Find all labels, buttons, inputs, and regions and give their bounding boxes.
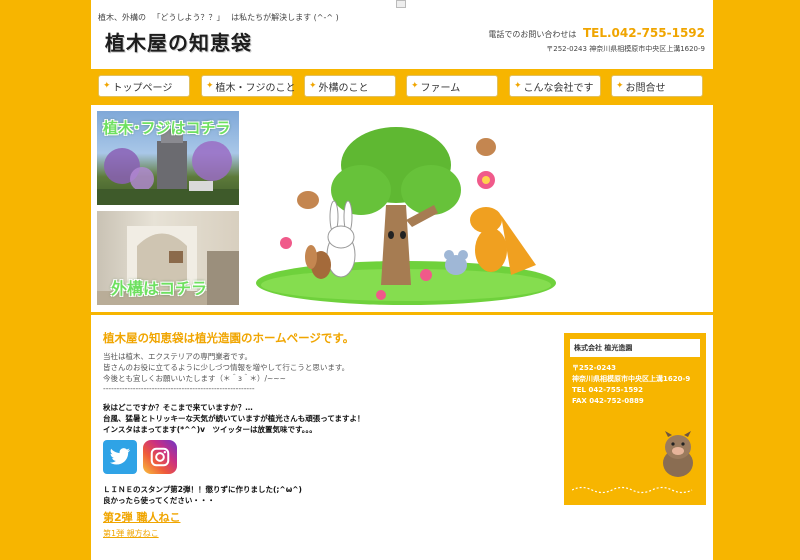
nav-label: 植木・フジのこと xyxy=(215,82,296,94)
arrow-icon: ✦ xyxy=(309,81,317,91)
news-line: インスタはまってます(*^^)v ツイッターは放置気味です。。。 xyxy=(103,425,317,434)
company-tel: TEL 042-755-1592 xyxy=(572,386,643,394)
nav-label: こんな会社です xyxy=(523,82,594,94)
nav-top-page[interactable]: ✦ トップページ xyxy=(98,75,190,97)
tagline: 植木、外構の 「どうしよう？？」 は私たちが解決します (^-^ ) xyxy=(98,12,339,23)
arrow-icon: ✦ xyxy=(411,81,419,91)
nav-farm[interactable]: ✦ ファーム xyxy=(406,75,498,97)
nav-label: 外構のこと xyxy=(318,82,369,94)
main-content: 植木屋の知恵袋は植光造園のホームページです。 当社は植木、エクステリアの専門業者… xyxy=(103,330,543,539)
separator: ----------------------------------------… xyxy=(103,384,255,393)
site-logo[interactable]: 植木屋の知恵袋 xyxy=(105,27,252,56)
social-links xyxy=(103,440,543,474)
boar-mascot xyxy=(663,431,693,477)
broken-image-icon xyxy=(396,0,406,8)
line-stamp-text: 良かったら使ってください・・・ xyxy=(103,496,215,505)
company-address: 神奈川県相模原市中央区上溝1620-9 xyxy=(572,375,691,383)
line-stamp-2-link[interactable]: 第2弾 職人ねこ xyxy=(103,509,180,525)
header-address: 〒252-0243 神奈川県相模原市中央区上溝1620-9 xyxy=(546,45,705,53)
intro-line: 当社は植木、エクステリアの専門業者です。 xyxy=(103,352,253,361)
contact-label: 電話でのお問い合わせは xyxy=(488,30,577,39)
wisteria-banner-label: 植木･フジはコチラ xyxy=(103,119,231,137)
company-info-box: 株式会社 植光造園 〒252-0243 神奈川県相模原市中央区上溝1620-9 … xyxy=(564,333,706,505)
tagline-suffix: は私たちが解決します (^-^ ) xyxy=(231,13,339,22)
news-line: 秋はどこですか？そこまで来ていますか？… xyxy=(103,403,253,412)
nav-contact[interactable]: ✦ お問合せ xyxy=(611,75,703,97)
decorative-divider xyxy=(572,486,693,494)
company-details: 〒252-0243 神奈川県相模原市中央区上溝1620-9 TEL 042-75… xyxy=(570,363,700,407)
nav-label: ファーム xyxy=(420,82,461,94)
news-line: 台風、猛暑とトリッキーな天気が続いていますが植光さんも頑張ってますよ！ xyxy=(103,414,365,423)
main-title: 植木屋の知恵袋は植光造園のホームページです。 xyxy=(103,331,355,345)
twitter-icon[interactable] xyxy=(103,440,137,474)
exterior-banner-label: 外構はコチラ xyxy=(111,279,208,298)
company-name: 株式会社 植光造園 xyxy=(570,339,700,357)
nav-label: トップページ xyxy=(112,82,173,94)
forest-animals-illustration xyxy=(256,127,556,305)
nav-exterior[interactable]: ✦ 外構のこと xyxy=(304,75,396,97)
company-postal: 〒252-0243 xyxy=(572,364,616,372)
intro-line: 今後とも宜しくお願いいたします（＊＾з＾＊）/~~~ xyxy=(103,374,286,383)
line-stamp-1-link[interactable]: 第1弾 親方ねこ xyxy=(103,528,543,539)
tagline-prefix: 植木、外構の xyxy=(98,13,146,22)
nav-about-company[interactable]: ✦ こんな会社です xyxy=(509,75,601,97)
nav-trees-wisteria[interactable]: ✦ 植木・フジのこと xyxy=(201,75,296,97)
wisteria-banner[interactable]: 植木･フジはコチラ xyxy=(97,111,239,205)
tel-row: 電話でのお問い合わせは TEL.042-755-1592 xyxy=(488,26,705,40)
phone-number[interactable]: TEL.042-755-1592 xyxy=(583,26,705,40)
arrow-icon: ✦ xyxy=(514,81,522,91)
hero-section: 植木･フジはコチラ 外構はコチラ xyxy=(91,105,713,315)
page-container: 植木、外構の 「どうしよう？？」 は私たちが解決します (^-^ ) 植木屋の知… xyxy=(91,0,713,560)
instagram-icon[interactable] xyxy=(143,440,177,474)
arrow-icon: ✦ xyxy=(103,81,111,91)
company-fax: FAX 042-752-0889 xyxy=(572,397,644,405)
intro-line: 皆さんのお役に立てるように少しづつ情報を増やして行こうと思います。 xyxy=(103,363,350,372)
exterior-banner[interactable]: 外構はコチラ xyxy=(97,211,239,305)
nav-label: お問合せ xyxy=(625,82,666,94)
main-nav: ✦ トップページ ✦ 植木・フジのこと ✦ 外構のこと ✦ ファーム ✦ こんな会社です … xyxy=(91,69,713,105)
arrow-icon: ✦ xyxy=(616,81,624,91)
contact-block: 電話でのお問い合わせは TEL.042-755-1592 〒252-0243 神… xyxy=(488,26,705,54)
line-stamp-text: ＬＩＮＥのスタンプ第2弾！！懲りずに作りました(;^ω^) xyxy=(103,485,302,494)
arrow-icon: ✦ xyxy=(206,81,214,91)
tagline-quote: 「どうしよう？？」 xyxy=(152,13,225,22)
